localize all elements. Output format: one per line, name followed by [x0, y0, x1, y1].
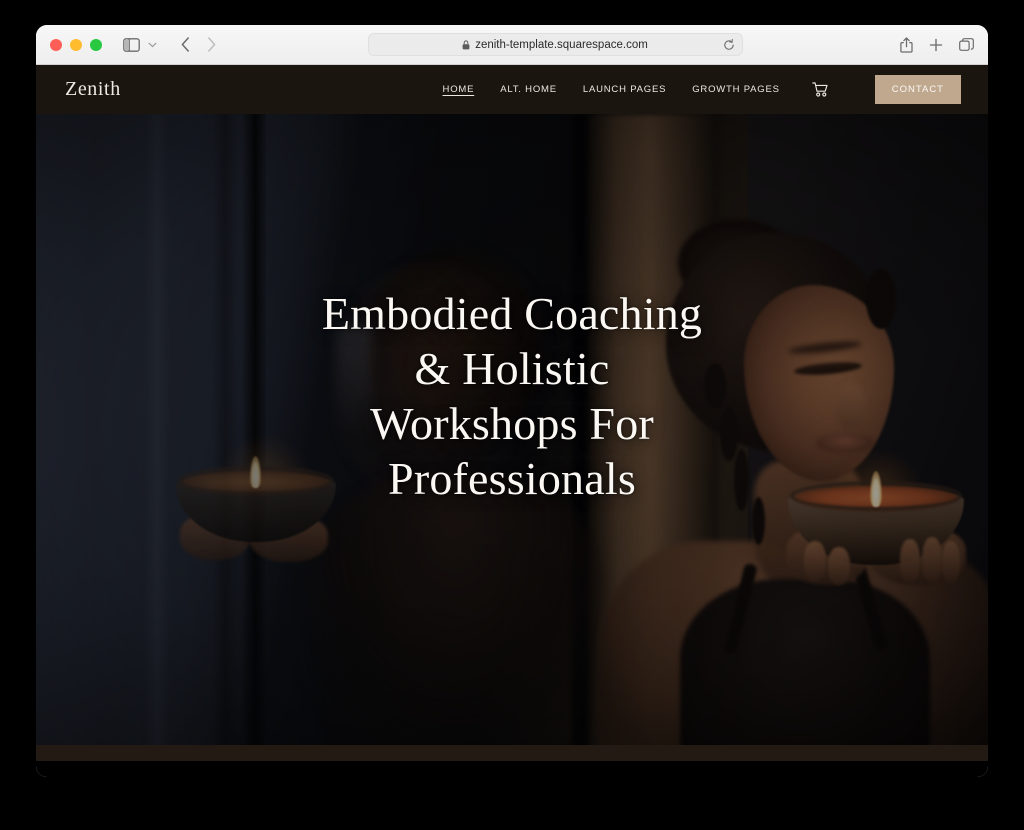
hero-section: Embodied Coaching & Holistic Workshops F…: [36, 114, 988, 761]
lock-icon: [462, 39, 470, 50]
site-nav: HOME ALT. HOME LAUNCH PAGES GROWTH PAGES…: [443, 75, 961, 104]
zoom-window-button[interactable]: [90, 38, 102, 51]
contact-button[interactable]: CONTACT: [874, 75, 961, 104]
back-arrow-icon[interactable]: [172, 34, 198, 56]
nav-item-growth-pages[interactable]: GROWTH PAGES: [692, 84, 780, 95]
close-window-button[interactable]: [50, 38, 62, 51]
nav-item-home[interactable]: HOME: [443, 84, 475, 95]
site-logo[interactable]: Zenith: [65, 78, 121, 101]
nav-item-launch-pages[interactable]: LAUNCH PAGES: [583, 84, 666, 95]
hero-headline-line-3: Workshops For: [370, 398, 654, 449]
nav-item-alt-home[interactable]: ALT. HOME: [500, 84, 557, 95]
hero-copy: Embodied Coaching & Holistic Workshops F…: [36, 286, 988, 506]
hero-headline-line-1: Embodied Coaching: [321, 288, 703, 339]
new-tab-icon[interactable]: [929, 38, 943, 52]
hero-headline-line-2: & Holistic: [414, 343, 610, 394]
chevron-down-icon[interactable]: [144, 34, 160, 56]
browser-toolbar: zenith-template.squarespace.com: [36, 25, 988, 65]
browser-window: zenith-template.squarespace.com Zenith H…: [36, 25, 988, 777]
forward-arrow-icon: [198, 34, 224, 56]
reload-icon[interactable]: [723, 38, 735, 51]
address-bar[interactable]: zenith-template.squarespace.com: [367, 33, 743, 56]
site-header: Zenith HOME ALT. HOME LAUNCH PAGES GROWT…: [36, 65, 988, 114]
hero-headline-line-4: Professionals: [388, 453, 636, 504]
toolbar-right-actions: [900, 36, 974, 53]
share-icon[interactable]: [900, 36, 913, 53]
minimize-window-button[interactable]: [70, 38, 82, 51]
website-viewport: Zenith HOME ALT. HOME LAUNCH PAGES GROWT…: [36, 65, 988, 777]
address-bar-container: zenith-template.squarespace.com: [224, 33, 886, 56]
window-controls: [50, 38, 102, 51]
sidebar-icon[interactable]: [120, 34, 142, 56]
site-bottom-strip: [36, 745, 988, 761]
hero-headline: Embodied Coaching & Holistic Workshops F…: [96, 286, 928, 506]
shopping-cart-icon[interactable]: [812, 82, 829, 97]
tab-overview-icon[interactable]: [959, 37, 974, 52]
address-bar-url: zenith-template.squarespace.com: [475, 38, 648, 51]
